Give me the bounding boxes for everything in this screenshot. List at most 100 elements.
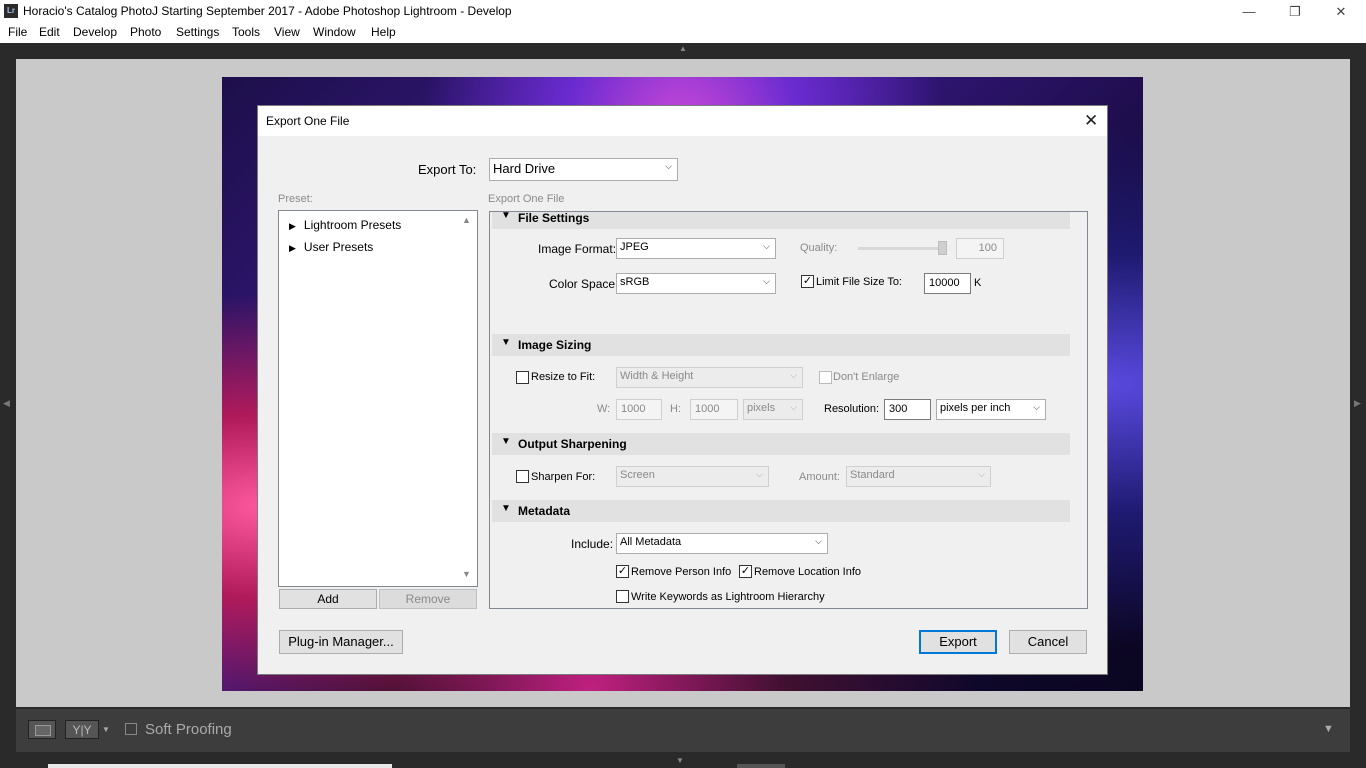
include-label: Include: <box>571 537 614 551</box>
resolution-input[interactable]: 300 <box>884 399 931 420</box>
height-input[interactable]: 1000 <box>690 399 738 420</box>
width-label: W: <box>597 403 611 415</box>
resize-to-fit-checkbox[interactable] <box>516 371 529 384</box>
size-units-select[interactable]: pixels ⌵ <box>743 399 803 420</box>
chevron-down-icon: ⌵ <box>978 469 985 479</box>
restore-button[interactable]: ❐ <box>1272 0 1318 23</box>
minimize-icon: — <box>1242 4 1256 19</box>
amount-select[interactable]: Standard ⌵ <box>846 466 991 487</box>
settings-label: Export One File <box>488 193 565 205</box>
lightroom-app-icon: Lr <box>4 4 18 18</box>
filmstrip-edge-2 <box>737 764 785 768</box>
quality-input[interactable]: 100 <box>956 238 1004 259</box>
section-title: Metadata <box>518 504 571 518</box>
window-title: Horacio's Catalog PhotoJ Starting Septem… <box>23 4 512 18</box>
menu-bar: File Edit Develop Photo Settings Tools V… <box>0 23 1366 43</box>
limit-file-size-input[interactable]: 10000 <box>924 273 971 294</box>
expand-triangle-icon[interactable]: ▶ <box>289 243 296 253</box>
dont-enlarge-checkbox[interactable] <box>819 371 832 384</box>
section-title: Image Sizing <box>518 338 592 352</box>
soft-proofing-checkbox[interactable] <box>125 723 137 735</box>
chevron-down-icon: ⌵ <box>763 276 770 286</box>
sharpen-for-select[interactable]: Screen ⌵ <box>616 466 769 487</box>
quality-slider-thumb[interactable] <box>938 241 947 255</box>
scroll-down-icon[interactable]: ▼ <box>462 569 471 579</box>
cancel-button[interactable]: Cancel <box>1009 630 1087 654</box>
sharpen-for-label: Sharpen For: <box>531 471 596 483</box>
menu-tools[interactable]: Tools <box>232 25 260 39</box>
preset-user-presets[interactable]: ▶ User Presets <box>289 240 373 254</box>
right-panel-toggle-icon[interactable]: ▶ <box>1354 398 1361 409</box>
export-to-select[interactable]: Hard Drive ⌵ <box>489 158 678 181</box>
section-title: Output Sharpening <box>518 437 627 451</box>
remove-person-info-checkbox[interactable]: ✓ <box>616 565 629 578</box>
filmstrip-toggle-icon[interactable]: ▼ <box>676 756 684 765</box>
soft-proofing-label: Soft Proofing <box>145 721 232 738</box>
sharpen-for-value: Screen <box>620 469 655 481</box>
write-keywords-label: Write Keywords as Lightroom Hierarchy <box>631 591 825 603</box>
resize-mode-value: Width & Height <box>620 370 694 382</box>
top-panel-toggle-icon[interactable]: ▲ <box>676 44 690 53</box>
section-file-settings[interactable]: ▼ File Settings <box>492 212 1070 229</box>
filmstrip-edge <box>48 764 392 768</box>
remove-preset-button[interactable]: Remove <box>379 589 477 609</box>
dont-enlarge-label: Don't Enlarge <box>833 371 900 383</box>
remove-location-info-checkbox[interactable]: ✓ <box>739 565 752 578</box>
plugin-manager-button[interactable]: Plug-in Manager... <box>279 630 403 654</box>
limit-file-size-checkbox[interactable]: ✓ <box>801 275 814 288</box>
left-panel-toggle-icon[interactable]: ◀ <box>3 398 10 409</box>
toolbar-menu-icon[interactable]: ▼ <box>1323 723 1334 735</box>
sharpen-for-checkbox[interactable] <box>516 470 529 483</box>
restore-icon: ❐ <box>1289 4 1301 19</box>
export-button[interactable]: Export <box>919 630 997 654</box>
preset-label-user: User Presets <box>303 240 374 254</box>
width-input[interactable]: 1000 <box>616 399 662 420</box>
close-icon: ✕ <box>1335 4 1347 19</box>
add-preset-button[interactable]: Add <box>279 589 377 609</box>
image-format-select[interactable]: JPEG ⌵ <box>616 238 776 259</box>
menu-view[interactable]: View <box>274 25 300 39</box>
amount-value: Standard <box>850 469 895 481</box>
menu-settings[interactable]: Settings <box>176 25 219 39</box>
color-space-value: sRGB <box>620 276 650 288</box>
resolution-label: Resolution: <box>824 403 880 415</box>
expand-triangle-icon[interactable]: ▶ <box>289 221 296 231</box>
chevron-down-icon: ⌵ <box>763 241 770 251</box>
include-select[interactable]: All Metadata ⌵ <box>616 533 828 554</box>
chevron-down-icon: ⌵ <box>756 469 763 479</box>
section-image-sizing[interactable]: ▼ Image Sizing <box>492 334 1070 356</box>
menu-window[interactable]: Window <box>313 25 356 39</box>
amount-label: Amount: <box>799 471 840 483</box>
quality-slider[interactable] <box>858 247 942 250</box>
color-space-select[interactable]: sRGB ⌵ <box>616 273 776 294</box>
menu-photo[interactable]: Photo <box>130 25 161 39</box>
preset-label: Preset: <box>278 193 313 205</box>
section-metadata[interactable]: ▼ Metadata <box>492 500 1070 522</box>
menu-help[interactable]: Help <box>371 25 396 39</box>
before-after-button[interactable]: Y|Y <box>65 720 99 739</box>
remove-person-info-label: Remove Person Info <box>631 566 732 578</box>
write-keywords-checkbox[interactable] <box>616 590 629 603</box>
resize-mode-select[interactable]: Width & Height ⌵ <box>616 367 803 388</box>
dialog-close-icon[interactable]: ✕ <box>1084 111 1098 131</box>
resolution-units-value: pixels per inch <box>940 402 1011 414</box>
section-output-sharpening[interactable]: ▼ Output Sharpening <box>492 433 1070 455</box>
color-space-label: Color Space: <box>549 277 619 291</box>
image-format-label: Image Format: <box>538 242 617 256</box>
loupe-view-button[interactable] <box>28 720 56 739</box>
collapse-triangle-icon: ▼ <box>501 436 511 447</box>
close-window-button[interactable]: ✕ <box>1318 0 1364 23</box>
menu-file[interactable]: File <box>8 25 27 39</box>
image-format-value: JPEG <box>620 241 649 253</box>
quality-label: Quality: <box>800 242 838 254</box>
minimize-button[interactable]: — <box>1226 0 1272 23</box>
collapse-triangle-icon: ▼ <box>501 337 511 348</box>
scroll-up-icon[interactable]: ▲ <box>462 215 471 225</box>
chevron-down-icon: ⌵ <box>815 536 822 546</box>
menu-edit[interactable]: Edit <box>39 25 60 39</box>
chevron-down-icon[interactable]: ▼ <box>102 725 110 734</box>
preset-lightroom-presets[interactable]: ▶ Lightroom Presets <box>289 218 401 232</box>
menu-develop[interactable]: Develop <box>73 25 117 39</box>
preset-list: ▶ Lightroom Presets ▶ User Presets ▲ ▼ <box>278 210 478 587</box>
resolution-units-select[interactable]: pixels per inch ⌵ <box>936 399 1046 420</box>
